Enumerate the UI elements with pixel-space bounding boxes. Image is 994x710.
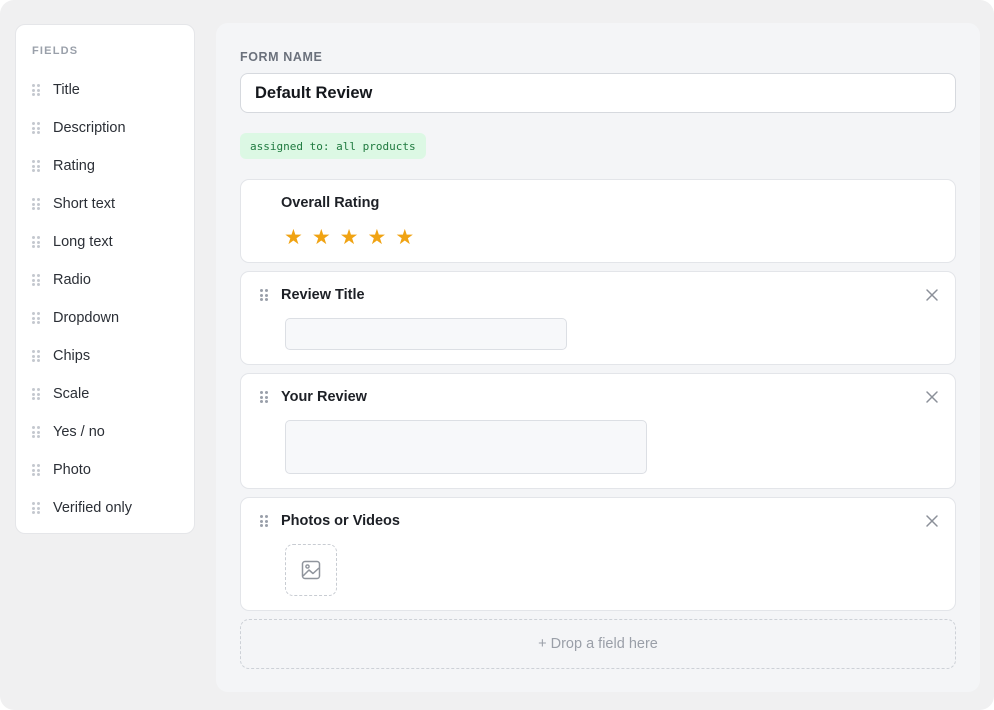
field-card-photos-videos: Photos or Videos: [240, 497, 956, 611]
close-icon[interactable]: [925, 288, 939, 302]
fields-sidebar: FIELDS Title Description Rating Short te…: [15, 24, 195, 534]
drag-handle-icon: [32, 350, 40, 362]
drop-zone[interactable]: + Drop a field here: [240, 619, 956, 669]
close-icon[interactable]: [925, 514, 939, 528]
field-card-review-title: Review Title: [240, 271, 956, 365]
field-type-label: Rating: [53, 158, 95, 174]
field-title: Overall Rating: [281, 195, 380, 211]
field-type-label: Title: [53, 82, 80, 98]
field-type-label: Dropdown: [53, 310, 120, 326]
field-type-short-text[interactable]: Short text: [16, 185, 194, 223]
star-icon[interactable]: ★: [367, 227, 386, 249]
field-type-yes-no[interactable]: Yes / no: [16, 413, 194, 451]
field-type-long-text[interactable]: Long text: [16, 223, 194, 261]
form-canvas: FORM NAME assigned to: all products Over…: [216, 23, 980, 692]
star-icon[interactable]: ★: [395, 227, 414, 249]
drag-handle-icon: [32, 274, 40, 286]
field-type-scale[interactable]: Scale: [16, 375, 194, 413]
field-type-label: Description: [53, 120, 126, 136]
field-type-photo[interactable]: Photo: [16, 451, 194, 489]
field-title: Your Review: [281, 389, 367, 405]
field-type-label: Photo: [53, 462, 91, 478]
photo-upload-button[interactable]: [285, 544, 337, 596]
drag-handle-icon: [32, 426, 40, 438]
drag-handle-icon: [32, 122, 40, 134]
sidebar-title: FIELDS: [32, 45, 79, 57]
star-icon[interactable]: ★: [340, 227, 359, 249]
field-type-label: Radio: [53, 272, 91, 288]
drag-handle-icon[interactable]: [260, 515, 268, 527]
field-type-chips[interactable]: Chips: [16, 337, 194, 375]
field-type-label: Short text: [53, 196, 116, 212]
drag-handle-icon: [32, 198, 40, 210]
field-type-verified-only[interactable]: Verified only: [16, 489, 194, 527]
star-icon[interactable]: ★: [284, 227, 303, 249]
form-name-label: FORM NAME: [240, 50, 323, 64]
drag-handle-icon: [32, 464, 40, 476]
field-card-your-review: Your Review: [240, 373, 956, 489]
drag-handle-icon: [32, 388, 40, 400]
assigned-badge: assigned to: all products: [240, 133, 426, 159]
field-type-label: Scale: [53, 386, 90, 402]
field-type-label: Verified only: [53, 500, 132, 516]
field-card-overall-rating: Overall Rating ★ ★ ★ ★ ★: [240, 179, 956, 263]
field-type-title[interactable]: Title: [16, 71, 194, 109]
drag-handle-icon[interactable]: [260, 391, 268, 403]
star-icon[interactable]: ★: [312, 227, 331, 249]
field-type-list: Title Description Rating Short text Long…: [16, 71, 194, 527]
form-name-input[interactable]: [240, 73, 956, 113]
review-title-input[interactable]: [285, 318, 567, 350]
your-review-textarea[interactable]: [285, 420, 647, 474]
drag-handle-icon: [32, 312, 40, 324]
field-type-rating[interactable]: Rating: [16, 147, 194, 185]
close-icon[interactable]: [925, 390, 939, 404]
drag-handle-icon: [32, 236, 40, 248]
field-title: Review Title: [281, 287, 365, 303]
image-icon: [301, 560, 321, 580]
drag-handle-icon: [32, 502, 40, 514]
rating-stars: ★ ★ ★ ★ ★: [284, 227, 414, 249]
field-title: Photos or Videos: [281, 513, 400, 529]
field-type-label: Long text: [53, 234, 113, 250]
drag-handle-icon: [32, 160, 40, 172]
field-type-label: Yes / no: [53, 424, 105, 440]
field-type-radio[interactable]: Radio: [16, 261, 194, 299]
field-type-label: Chips: [53, 348, 91, 364]
drag-handle-icon[interactable]: [260, 289, 268, 301]
field-type-dropdown[interactable]: Dropdown: [16, 299, 194, 337]
drag-handle-icon: [32, 84, 40, 96]
form-builder-app: FIELDS Title Description Rating Short te…: [0, 0, 994, 710]
field-type-description[interactable]: Description: [16, 109, 194, 147]
